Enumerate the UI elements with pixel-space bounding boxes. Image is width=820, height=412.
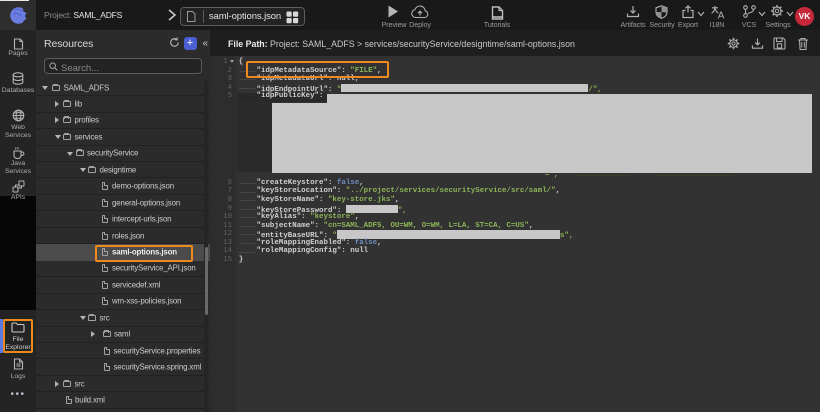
svg-text:A: A [718,10,725,19]
